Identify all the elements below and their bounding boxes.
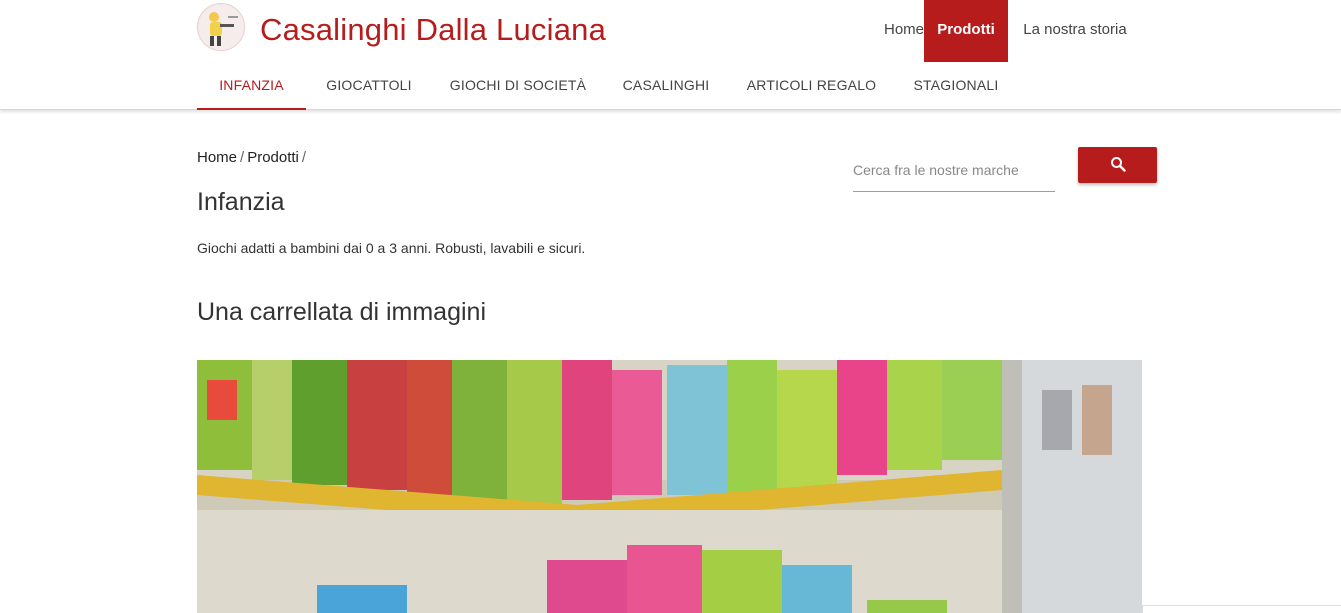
category-articoli-regalo[interactable]: Articoli regalo — [728, 64, 895, 110]
breadcrumb-prodotti[interactable]: Prodotti — [247, 149, 299, 166]
breadcrumb-home[interactable]: Home — [197, 149, 237, 166]
gallery-title: Una carrellata di immagini — [197, 298, 487, 326]
category-infanzia[interactable]: Infanzia — [197, 64, 306, 110]
search-button[interactable] — [1078, 147, 1157, 183]
search-input[interactable] — [853, 148, 1055, 192]
breadcrumb-separator: / — [240, 149, 245, 166]
category-giocattoli[interactable]: Giocattoli — [306, 64, 432, 110]
site-title[interactable]: Casalinghi Dalla Luciana — [260, 12, 606, 48]
page-title: Infanzia — [197, 188, 285, 216]
category-stagionali[interactable]: Stagionali — [895, 64, 1017, 110]
logo[interactable] — [197, 3, 245, 51]
nav-la-nostra-storia[interactable]: La nostra storia — [1008, 0, 1142, 62]
breadcrumb-separator: / — [301, 149, 307, 166]
category-casalinghi[interactable]: Casalinghi — [604, 64, 728, 110]
corner-badge — [1142, 605, 1341, 613]
gallery-image[interactable] — [197, 360, 1142, 613]
category-giochi-di-societa[interactable]: Giochi di società — [432, 64, 604, 110]
nav-prodotti[interactable]: Prodotti — [924, 0, 1008, 62]
site-header: Casalinghi Dalla Luciana Home Prodotti L… — [0, 0, 1341, 110]
breadcrumb: Home / Prodotti / — [197, 149, 309, 166]
search-icon — [1110, 156, 1126, 175]
category-description: Giochi adatti a bambini dai 0 a 3 anni. … — [197, 240, 586, 256]
search-box — [853, 148, 1055, 193]
